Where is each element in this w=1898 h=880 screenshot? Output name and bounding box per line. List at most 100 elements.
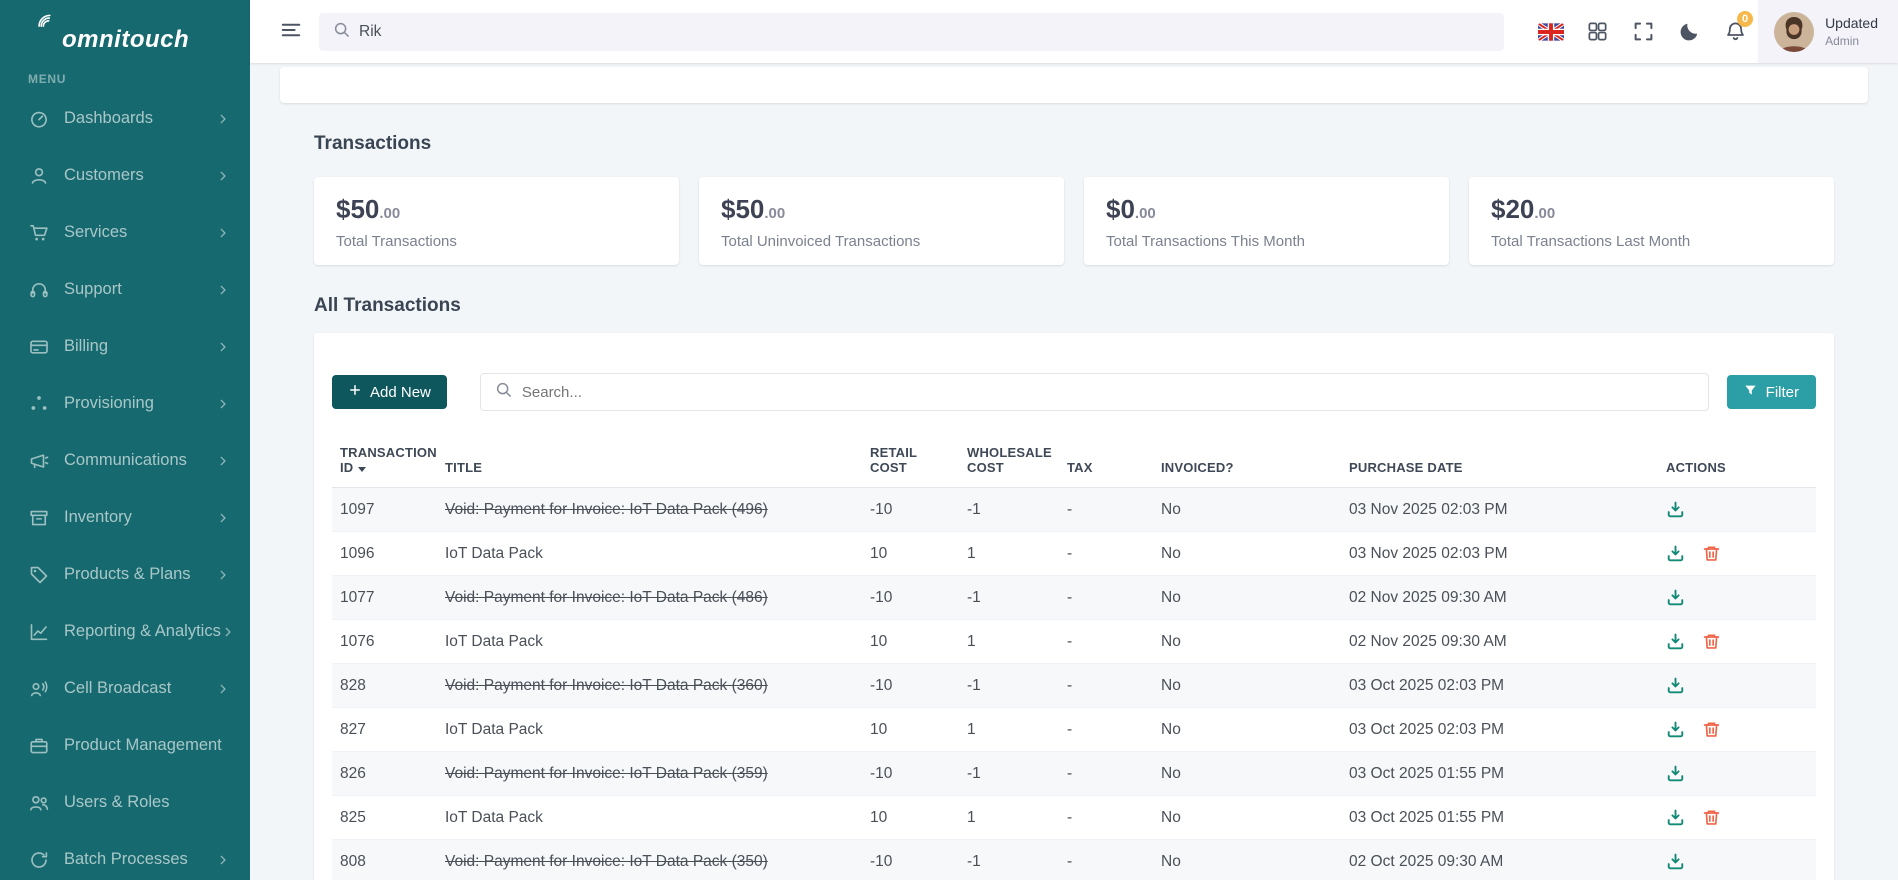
cell-transaction-id: 1077 (332, 576, 445, 620)
column-header-transaction-id[interactable]: TRANSACTION ID (332, 437, 445, 488)
sidebar-item-dashboards[interactable]: Dashboards (0, 90, 250, 147)
menu-toggle-button[interactable] (276, 17, 306, 47)
fullscreen-icon (1633, 21, 1654, 42)
search-icon (495, 381, 512, 403)
sidebar-item-users-roles[interactable]: Users & Roles (0, 774, 250, 831)
cell-invoiced: No (1161, 752, 1349, 796)
avatar (1774, 12, 1814, 52)
download-button[interactable] (1666, 808, 1685, 827)
cell-purchase-date: 02 Oct 2025 09:30 AM (1349, 840, 1666, 880)
logo[interactable]: omnitouch (0, 0, 250, 70)
language-button[interactable] (1528, 0, 1574, 63)
sidebar-item-customers[interactable]: Customers (0, 147, 250, 204)
sidebar-item-product-management[interactable]: Product Management (0, 717, 250, 774)
download-button[interactable] (1666, 764, 1685, 783)
cell-purchase-date: 02 Nov 2025 09:30 AM (1349, 620, 1666, 664)
dashboard-icon (28, 108, 50, 130)
cell-invoiced: No (1161, 708, 1349, 752)
sidebar-item-reporting-analytics[interactable]: Reporting & Analytics (0, 603, 250, 660)
fullscreen-button[interactable] (1620, 0, 1666, 63)
column-header-purchase-date[interactable]: PURCHASE DATE (1349, 437, 1666, 488)
table-search-input[interactable] (522, 384, 1694, 401)
cell-tax: - (1067, 576, 1161, 620)
delete-button[interactable] (1702, 720, 1721, 739)
filter-button[interactable]: Filter (1727, 375, 1816, 409)
delete-button[interactable] (1702, 808, 1721, 827)
user-menu[interactable]: Updated Admin (1758, 0, 1898, 63)
cell-tax: - (1067, 620, 1161, 664)
batch-processes-icon (28, 849, 50, 871)
stat-value: $50.00 (336, 194, 657, 225)
column-header-retail-cost[interactable]: RETAIL COST (870, 437, 967, 488)
cell-title: Void: Payment for Invoice: IoT Data Pack… (445, 752, 870, 796)
app-window: omnitouch MENU DashboardsCustomersServic… (0, 0, 1898, 880)
delete-button[interactable] (1702, 544, 1721, 563)
stat-value: $0.00 (1106, 194, 1427, 225)
user-name: Updated (1825, 15, 1878, 31)
page-header-bar (280, 67, 1868, 103)
column-header-tax[interactable]: TAX (1067, 437, 1161, 488)
column-header-actions[interactable]: ACTIONS (1666, 437, 1816, 488)
filter-icon (1744, 384, 1757, 401)
chevron-right-icon (216, 454, 230, 468)
cell-actions (1666, 532, 1816, 576)
cell-retail-cost: 10 (870, 708, 967, 752)
plus-icon (348, 383, 362, 401)
cell-wholesale-cost: -1 (967, 488, 1067, 532)
column-header-invoiced[interactable]: INVOICED? (1161, 437, 1349, 488)
sidebar-item-batch-processes[interactable]: Batch Processes (0, 831, 250, 880)
user-role: Admin (1825, 34, 1878, 48)
sidebar-item-inventory[interactable]: Inventory (0, 489, 250, 546)
cell-wholesale-cost: -1 (967, 664, 1067, 708)
sidebar-item-billing[interactable]: Billing (0, 318, 250, 375)
download-button[interactable] (1666, 544, 1685, 563)
search-icon (333, 21, 350, 43)
cell-retail-cost: 10 (870, 796, 967, 840)
sidebar-item-provisioning[interactable]: Provisioning (0, 375, 250, 432)
cell-title: Void: Payment for Invoice: IoT Data Pack… (445, 488, 870, 532)
download-button[interactable] (1666, 588, 1685, 607)
sidebar-item-services[interactable]: Services (0, 204, 250, 261)
cell-actions (1666, 664, 1816, 708)
add-new-label: Add New (370, 384, 431, 401)
cell-tax: - (1067, 532, 1161, 576)
cell-title: Void: Payment for Invoice: IoT Data Pack… (445, 840, 870, 880)
cell-tax: - (1067, 488, 1161, 532)
global-search[interactable] (319, 13, 1504, 51)
cell-retail-cost: -10 (870, 576, 967, 620)
apps-grid-button[interactable] (1574, 0, 1620, 63)
download-button[interactable] (1666, 632, 1685, 651)
notifications-button[interactable]: 0 (1712, 0, 1758, 63)
provisioning-icon (28, 393, 50, 415)
cell-purchase-date: 02 Nov 2025 09:30 AM (1349, 576, 1666, 620)
notification-badge: 0 (1737, 11, 1753, 27)
cell-tax: - (1067, 796, 1161, 840)
stat-value: $50.00 (721, 194, 1042, 225)
chevron-right-icon (216, 568, 230, 582)
cell-wholesale-cost: 1 (967, 796, 1067, 840)
delete-button[interactable] (1702, 632, 1721, 651)
stat-value: $20.00 (1491, 194, 1812, 225)
sidebar-item-products-plans[interactable]: Products & Plans (0, 546, 250, 603)
sort-desc-icon (358, 467, 366, 472)
inventory-icon (28, 507, 50, 529)
menu-section-label: MENU (0, 70, 250, 90)
download-button[interactable] (1666, 720, 1685, 739)
download-button[interactable] (1666, 500, 1685, 519)
table-toolbar: Add New Filter (332, 373, 1816, 411)
cell-title: Void: Payment for Invoice: IoT Data Pack… (445, 664, 870, 708)
column-header-wholesale-cost[interactable]: WHOLESALE COST (967, 437, 1067, 488)
sidebar-item-cell-broadcast[interactable]: Cell Broadcast (0, 660, 250, 717)
download-button[interactable] (1666, 852, 1685, 871)
dark-mode-button[interactable] (1666, 0, 1712, 63)
transactions-card: Add New Filter (314, 333, 1834, 880)
add-new-button[interactable]: Add New (332, 375, 447, 409)
global-search-input[interactable] (359, 23, 1490, 41)
column-header-title[interactable]: TITLE (445, 437, 870, 488)
cell-purchase-date: 03 Nov 2025 02:03 PM (1349, 532, 1666, 576)
table-search[interactable] (480, 373, 1709, 411)
cell-transaction-id: 1097 (332, 488, 445, 532)
sidebar-item-communications[interactable]: Communications (0, 432, 250, 489)
download-button[interactable] (1666, 676, 1685, 695)
sidebar-item-support[interactable]: Support (0, 261, 250, 318)
